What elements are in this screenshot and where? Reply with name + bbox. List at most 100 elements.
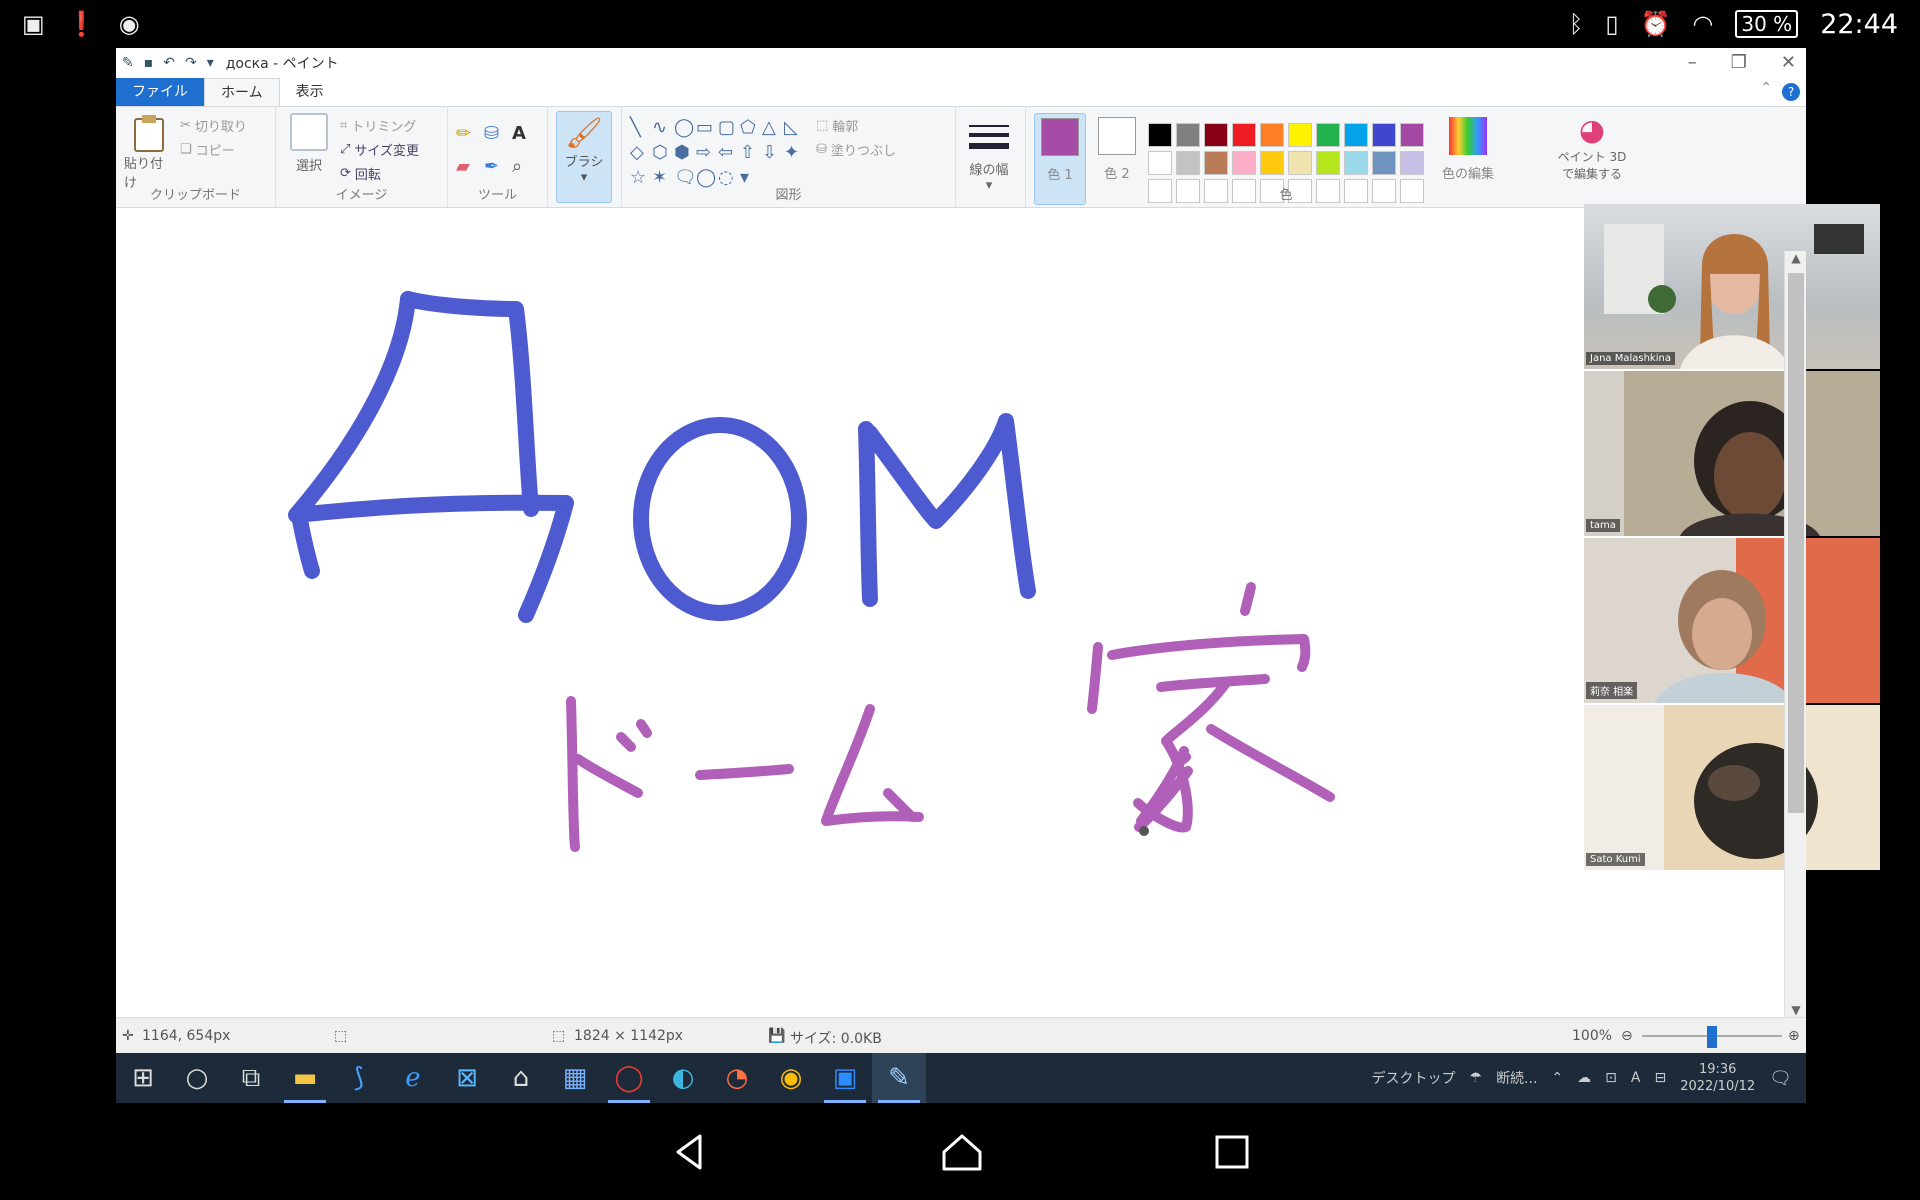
- input-icon[interactable]: ⊟: [1654, 1070, 1666, 1086]
- back-icon[interactable]: [670, 1132, 710, 1172]
- palette-swatch[interactable]: [1344, 123, 1368, 147]
- calculator-icon[interactable]: ▦: [548, 1053, 602, 1103]
- paste-button[interactable]: 貼り付け: [124, 113, 174, 191]
- participant-video-2[interactable]: tama: [1584, 371, 1880, 536]
- close-button[interactable]: ✕: [1781, 48, 1796, 78]
- redo-icon[interactable]: ↷: [185, 55, 197, 71]
- app-icon[interactable]: ⟆: [332, 1053, 386, 1103]
- palette-swatch[interactable]: [1176, 123, 1200, 147]
- rotate-button[interactable]: ⟳ 回転: [340, 161, 419, 185]
- file-explorer-icon[interactable]: ▬: [278, 1053, 332, 1103]
- scroll-up-icon[interactable]: ▲: [1785, 251, 1807, 265]
- palette-swatch[interactable]: [1344, 151, 1368, 175]
- magnifier-icon[interactable]: ⌕: [512, 156, 540, 177]
- vibrate-icon: ▯: [1605, 10, 1619, 38]
- fill-button[interactable]: ⛁ 塗りつぶし: [816, 137, 896, 161]
- scroll-down-icon[interactable]: ▼: [1785, 1003, 1807, 1017]
- participant-video-4[interactable]: Sato Kumi: [1584, 705, 1880, 870]
- chevron-up-icon[interactable]: ⌃: [1551, 1070, 1563, 1086]
- minimize-button[interactable]: –: [1688, 48, 1697, 78]
- paint3d-button[interactable]: ◕ ペイント 3D で編集する: [1554, 113, 1630, 182]
- palette-swatch[interactable]: [1400, 123, 1424, 147]
- palette-swatch[interactable]: [1316, 151, 1340, 175]
- palette-swatch[interactable]: [1316, 123, 1340, 147]
- palette-swatch[interactable]: [1176, 151, 1200, 175]
- palette-swatch[interactable]: [1204, 151, 1228, 175]
- tab-home[interactable]: ホーム: [204, 78, 280, 106]
- help-icon[interactable]: ?: [1782, 83, 1800, 101]
- zoom-slider-thumb[interactable]: [1707, 1026, 1717, 1048]
- weather-icon: ☂: [1469, 1070, 1483, 1086]
- line-width-button[interactable]: 線の幅 ▾: [964, 113, 1014, 193]
- drawing-canvas[interactable]: Jana Malashkina tama 莉奈 相楽 Sato Kumi: [116, 204, 1880, 1017]
- save-icon[interactable]: ▪: [144, 55, 154, 71]
- weather-text[interactable]: 断続...: [1496, 1068, 1537, 1088]
- restore-button[interactable]: ❐: [1731, 48, 1747, 78]
- file-size-icon: 💾: [768, 1028, 786, 1044]
- text-icon[interactable]: A: [512, 123, 540, 144]
- undo-icon[interactable]: ↶: [163, 55, 175, 71]
- desktop-toolbar-label[interactable]: デスクトップ: [1372, 1068, 1456, 1088]
- color-picker-icon[interactable]: ✒: [484, 156, 512, 177]
- palette-swatch[interactable]: [1372, 123, 1396, 147]
- network-icon[interactable]: ⊡: [1605, 1070, 1617, 1086]
- outline-button[interactable]: ⬚ 輪郭: [816, 113, 896, 137]
- select-button[interactable]: 選択: [284, 113, 334, 185]
- vertical-scrollbar[interactable]: ▲ ▼: [1784, 251, 1806, 1017]
- recents-icon[interactable]: [1214, 1134, 1250, 1170]
- palette-swatch[interactable]: [1260, 151, 1284, 175]
- onedrive-icon[interactable]: ☁: [1577, 1070, 1591, 1086]
- fill-bucket-icon: ⛁: [816, 141, 827, 157]
- zoom-out-icon[interactable]: ⊖: [1621, 1028, 1633, 1044]
- pencil-icon[interactable]: ✏: [456, 123, 484, 144]
- palette-swatch[interactable]: [1232, 123, 1256, 147]
- tab-file[interactable]: ファイル: [116, 78, 204, 106]
- app-icon[interactable]: ◔: [710, 1053, 764, 1103]
- task-view-icon[interactable]: ⧉: [224, 1053, 278, 1103]
- android-status-bar: ▣ ❗ ◉ ᛒ ▯ ⏰ ◠ 30 % 22:44: [0, 0, 1920, 48]
- edge-icon[interactable]: ◐: [656, 1053, 710, 1103]
- zoom-icon[interactable]: ▣: [818, 1053, 872, 1103]
- app-icon[interactable]: ⌂: [494, 1053, 548, 1103]
- palette-swatch[interactable]: [1204, 123, 1228, 147]
- resize-button[interactable]: ⤢ サイズ変更: [340, 137, 419, 161]
- palette-swatch[interactable]: [1232, 151, 1256, 175]
- cut-button[interactable]: ✂ 切り取り: [180, 113, 247, 137]
- tab-view[interactable]: 表示: [280, 78, 340, 106]
- search-icon[interactable]: ○: [170, 1053, 224, 1103]
- scroll-thumb[interactable]: [1788, 273, 1804, 813]
- palette-swatch[interactable]: [1260, 123, 1284, 147]
- customize-icon[interactable]: ▾: [207, 55, 214, 71]
- notifications-icon[interactable]: 🗨: [1769, 1068, 1792, 1089]
- chrome-icon[interactable]: ◉: [764, 1053, 818, 1103]
- paint-taskbar-icon[interactable]: ✎: [872, 1053, 926, 1103]
- copy-button[interactable]: ❏ コピー: [180, 137, 247, 161]
- crop-button[interactable]: ⌗ トリミング: [340, 113, 419, 137]
- palette-swatch[interactable]: [1372, 151, 1396, 175]
- eraser-icon[interactable]: ▰: [456, 156, 484, 177]
- participant-video-3[interactable]: 莉奈 相楽: [1584, 538, 1880, 703]
- palette-swatch[interactable]: [1148, 123, 1172, 147]
- window-title: доска - ペイント: [225, 56, 339, 72]
- shapes-gallery[interactable]: ╲ ∿ ◯ ▭ ▢ ⬠ △ ◺ ◇ ⬡ ⬢ ⇨ ⇦ ⇧ ⇩ ✦ ☆ ✶ 🗨 ◯ ◌ ▾: [630, 117, 806, 188]
- bluetooth-icon: ᛒ: [1568, 10, 1584, 38]
- palette-swatch[interactable]: [1148, 151, 1172, 175]
- ime-icon[interactable]: A: [1631, 1070, 1641, 1086]
- participant-video-1[interactable]: Jana Malashkina: [1584, 204, 1880, 369]
- internet-explorer-icon[interactable]: ℯ: [386, 1053, 440, 1103]
- home-icon[interactable]: [940, 1132, 984, 1172]
- brush-button[interactable]: 🖌 ブラシ ▾: [556, 111, 612, 203]
- opera-icon[interactable]: ◯: [602, 1053, 656, 1103]
- palette-swatch[interactable]: [1400, 151, 1424, 175]
- paint-window: ✎ ▪ ↶ ↷ ▾ доска - ペイント – ❐ ✕ ファイル ホーム 表示…: [116, 48, 1880, 1103]
- collapse-ribbon-icon[interactable]: ⌃: [1760, 80, 1772, 96]
- start-icon[interactable]: ⊞: [116, 1053, 170, 1103]
- brush-group: 🖌 ブラシ ▾: [548, 107, 622, 207]
- taskbar-clock[interactable]: 19:36 2022/10/12: [1680, 1061, 1755, 1095]
- fill-icon[interactable]: ⛁: [484, 123, 512, 144]
- palette-swatch[interactable]: [1288, 123, 1312, 147]
- screen: ▣ ❗ ◉ ᛒ ▯ ⏰ ◠ 30 % 22:44 ✎ ▪ ↶ ↷ ▾ доска…: [0, 0, 1920, 1200]
- zoom-in-icon[interactable]: ⊕: [1788, 1028, 1800, 1044]
- app-icon[interactable]: ⊠: [440, 1053, 494, 1103]
- palette-swatch[interactable]: [1288, 151, 1312, 175]
